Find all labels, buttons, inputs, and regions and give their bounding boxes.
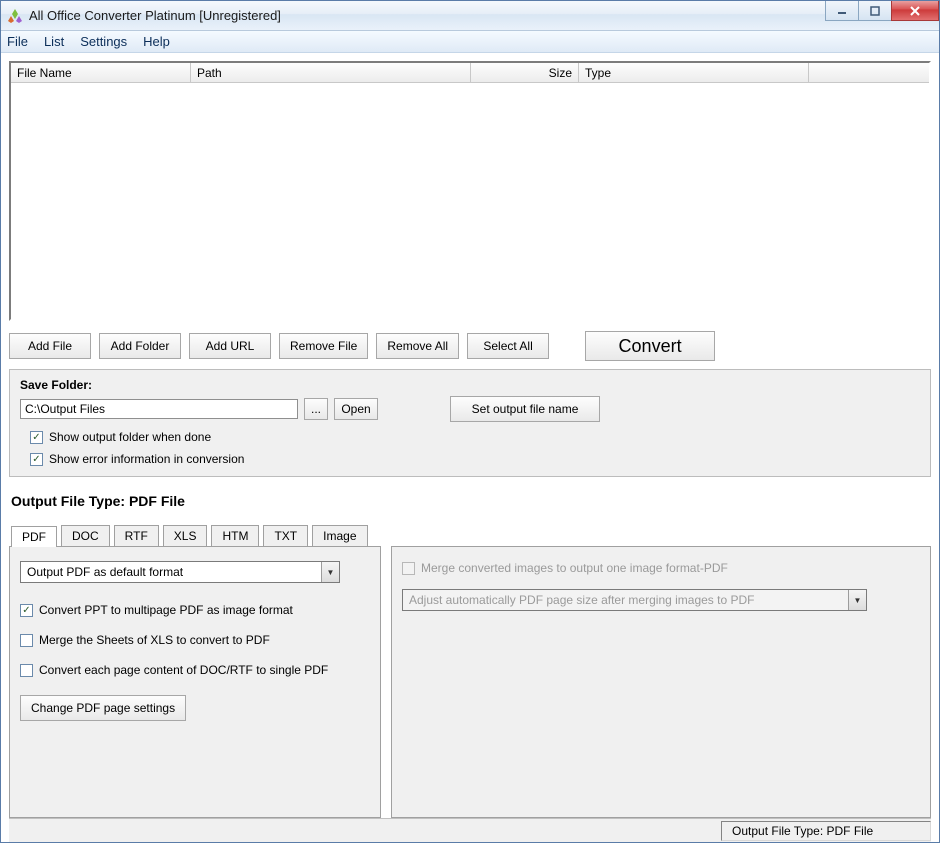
doc-single-label: Convert each page content of DOC/RTF to …: [39, 663, 328, 677]
save-folder-legend: Save Folder:: [20, 378, 920, 392]
dropdown-icon: ▼: [848, 590, 866, 610]
maximize-button[interactable]: [858, 1, 892, 21]
menu-file[interactable]: File: [7, 34, 28, 49]
show-folder-checkbox[interactable]: ✓: [30, 431, 43, 444]
set-output-name-button[interactable]: Set output file name: [450, 396, 600, 422]
merge-images-label: Merge converted images to output one ima…: [421, 561, 728, 575]
output-tabs: PDF DOC RTF XLS HTM TXT Image: [9, 525, 931, 546]
pdf-settings-panel: Output PDF as default format ▼ ✓ Convert…: [9, 546, 381, 818]
tab-image[interactable]: Image: [312, 525, 367, 546]
tab-pdf[interactable]: PDF: [11, 526, 57, 547]
minimize-button[interactable]: [825, 1, 859, 21]
tab-xls[interactable]: XLS: [163, 525, 208, 546]
ppt-multipage-checkbox[interactable]: ✓: [20, 604, 33, 617]
tab-rtf[interactable]: RTF: [114, 525, 159, 546]
client-area: File Name Path Size Type Add File Add Fo…: [1, 53, 939, 842]
add-url-button[interactable]: Add URL: [189, 333, 271, 359]
status-output-type: Output File Type: PDF File: [721, 821, 931, 841]
pdf-format-combo[interactable]: Output PDF as default format ▼: [20, 561, 340, 583]
browse-button[interactable]: ...: [304, 398, 328, 420]
file-toolbar: Add File Add Folder Add URL Remove File …: [9, 321, 931, 369]
column-type[interactable]: Type: [579, 63, 809, 82]
column-filename[interactable]: File Name: [11, 63, 191, 82]
output-panels: Output PDF as default format ▼ ✓ Convert…: [9, 546, 931, 818]
column-spacer: [809, 63, 929, 82]
column-size[interactable]: Size: [471, 63, 579, 82]
app-icon: [7, 8, 23, 24]
window-title: All Office Converter Platinum [Unregiste…: [29, 8, 281, 23]
add-folder-button[interactable]: Add Folder: [99, 333, 181, 359]
show-error-label: Show error information in conversion: [49, 452, 244, 466]
pdf-format-combo-text: Output PDF as default format: [21, 565, 321, 579]
titlebar: All Office Converter Platinum [Unregiste…: [1, 1, 939, 31]
change-pdf-settings-button[interactable]: Change PDF page settings: [20, 695, 186, 721]
save-folder-group: Save Folder: ... Open Set output file na…: [9, 369, 931, 477]
show-error-checkbox[interactable]: ✓: [30, 453, 43, 466]
adjust-size-combo-text: Adjust automatically PDF page size after…: [403, 593, 848, 607]
save-path-input[interactable]: [20, 399, 298, 419]
tab-doc[interactable]: DOC: [61, 525, 110, 546]
menu-settings[interactable]: Settings: [80, 34, 127, 49]
add-file-button[interactable]: Add File: [9, 333, 91, 359]
merge-images-checkbox: [402, 562, 415, 575]
list-body[interactable]: [11, 83, 929, 319]
merge-panel: Merge converted images to output one ima…: [391, 546, 931, 818]
remove-file-button[interactable]: Remove File: [279, 333, 368, 359]
tab-htm[interactable]: HTM: [211, 525, 259, 546]
dropdown-icon: ▼: [321, 562, 339, 582]
close-button[interactable]: [891, 1, 939, 21]
menu-list[interactable]: List: [44, 34, 64, 49]
adjust-size-combo: Adjust automatically PDF page size after…: [402, 589, 867, 611]
tab-txt[interactable]: TXT: [263, 525, 308, 546]
convert-button[interactable]: Convert: [585, 331, 715, 361]
menubar: File List Settings Help: [1, 31, 939, 53]
merge-xls-checkbox[interactable]: [20, 634, 33, 647]
app-window: All Office Converter Platinum [Unregiste…: [0, 0, 940, 843]
merge-xls-label: Merge the Sheets of XLS to convert to PD…: [39, 633, 270, 647]
window-controls: [826, 1, 939, 21]
remove-all-button[interactable]: Remove All: [376, 333, 459, 359]
select-all-button[interactable]: Select All: [467, 333, 549, 359]
ppt-multipage-label: Convert PPT to multipage PDF as image fo…: [39, 603, 293, 617]
list-header: File Name Path Size Type: [11, 63, 929, 83]
output-type-label: Output File Type: PDF File: [11, 493, 931, 509]
menu-help[interactable]: Help: [143, 34, 170, 49]
open-folder-button[interactable]: Open: [334, 398, 378, 420]
column-path[interactable]: Path: [191, 63, 471, 82]
show-folder-label: Show output folder when done: [49, 430, 211, 444]
file-list: File Name Path Size Type: [9, 61, 931, 321]
statusbar: Output File Type: PDF File: [9, 818, 931, 842]
doc-single-checkbox[interactable]: [20, 664, 33, 677]
